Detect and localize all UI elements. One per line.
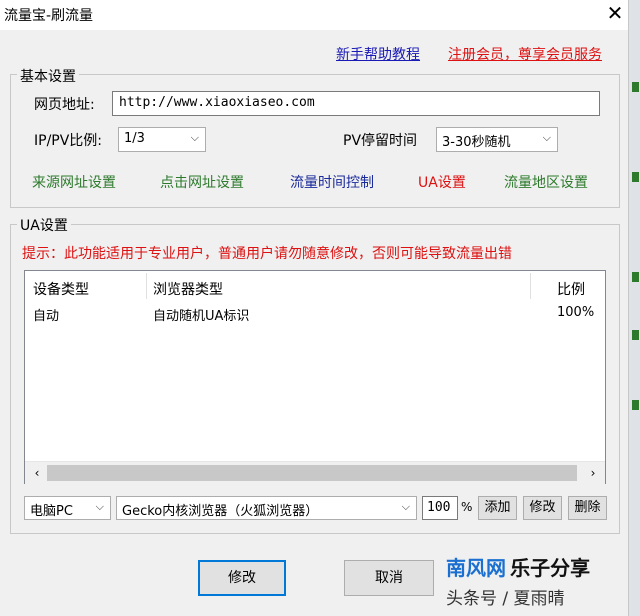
cancel-button[interactable]: 取消 xyxy=(344,560,434,596)
percent-sign: % xyxy=(461,500,473,514)
warning-text: 提示：此功能适用于专业用户，普通用户请勿随意修改，否则可能导致流量出错 xyxy=(22,246,512,262)
watermark-line2: 头条号 / 夏雨晴 xyxy=(446,589,565,609)
column-header-browser-type[interactable]: 浏览器类型 xyxy=(153,279,223,299)
chevron-right-icon[interactable]: › xyxy=(585,464,601,482)
browser-type-select[interactable]: Gecko内核浏览器（火狐浏览器） ⌵ xyxy=(116,496,417,520)
ip-pv-ratio-label: IP/PV比例: xyxy=(34,133,103,149)
scrollbar-thumb[interactable] xyxy=(47,465,577,481)
row-browser-type[interactable]: 自动随机UA标识 xyxy=(153,305,249,324)
pv-dwell-time-select[interactable]: 3-30秒随机 ⌵ xyxy=(436,127,558,152)
delete-button[interactable]: 删除 xyxy=(568,496,607,520)
click-url-settings-link[interactable]: 点击网址设置 xyxy=(160,172,244,192)
percent-input[interactable]: 100 xyxy=(422,496,458,520)
device-type-value: 电脑PC xyxy=(30,504,73,519)
traffic-time-control-link[interactable]: 流量时间控制 xyxy=(290,172,374,192)
help-tutorial-link[interactable]: 新手帮助教程 xyxy=(336,44,420,64)
chevron-down-icon: ⌵ xyxy=(190,131,199,144)
url-label: 网页地址: xyxy=(34,97,95,113)
column-divider xyxy=(530,273,531,299)
ip-pv-ratio-select[interactable]: 1/3 ⌵ xyxy=(118,127,206,152)
pv-dwell-time-label: PV停留时间 xyxy=(343,133,418,149)
ua-settings-link[interactable]: UA设置 xyxy=(418,172,466,192)
source-url-settings-link[interactable]: 来源网址设置 xyxy=(32,172,116,192)
pv-dwell-time-value: 3-30秒随机 xyxy=(442,135,511,150)
chevron-down-icon: ⌵ xyxy=(401,500,410,513)
ua-list[interactable]: 设备类型 浏览器类型 比例 自动 自动随机UA标识 100% ‹ › xyxy=(24,270,606,484)
chevron-down-icon: ⌵ xyxy=(542,131,551,144)
basic-settings-legend: 基本设置 xyxy=(17,66,79,86)
chevron-down-icon: ⌵ xyxy=(95,500,104,513)
row-ratio[interactable]: 100% xyxy=(557,305,594,320)
horizontal-scrollbar[interactable]: ‹ › xyxy=(25,461,605,484)
background-window-edge xyxy=(628,0,640,616)
close-icon[interactable]: ✕ xyxy=(604,2,626,24)
confirm-button[interactable]: 修改 xyxy=(198,560,286,596)
traffic-region-settings-link[interactable]: 流量地区设置 xyxy=(504,172,588,192)
watermark-brand-a: 南风网 xyxy=(446,556,506,580)
url-input[interactable]: http://www.xiaoxiaseo.com xyxy=(112,91,600,116)
window-title: 流量宝-刷流量 xyxy=(4,8,94,24)
ua-settings-legend: UA设置 xyxy=(17,215,71,235)
browser-type-value: Gecko内核浏览器（火狐浏览器） xyxy=(122,504,319,519)
column-divider xyxy=(146,273,147,299)
row-device-type[interactable]: 自动 xyxy=(33,305,59,324)
add-button[interactable]: 添加 xyxy=(478,496,517,520)
register-member-link[interactable]: 注册会员，尊享会员服务 xyxy=(448,44,602,64)
chevron-left-icon[interactable]: ‹ xyxy=(29,464,45,482)
watermark: 南风网 乐子分享 xyxy=(446,552,590,581)
column-header-ratio[interactable]: 比例 xyxy=(557,279,585,299)
title-bar: 流量宝-刷流量 ✕ xyxy=(0,0,640,28)
edit-row-button[interactable]: 修改 xyxy=(523,496,562,520)
column-header-device-type[interactable]: 设备类型 xyxy=(33,279,89,299)
device-type-select[interactable]: 电脑PC ⌵ xyxy=(24,496,111,520)
ip-pv-ratio-value: 1/3 xyxy=(124,131,145,146)
watermark-brand-b: 乐子分享 xyxy=(510,556,591,580)
